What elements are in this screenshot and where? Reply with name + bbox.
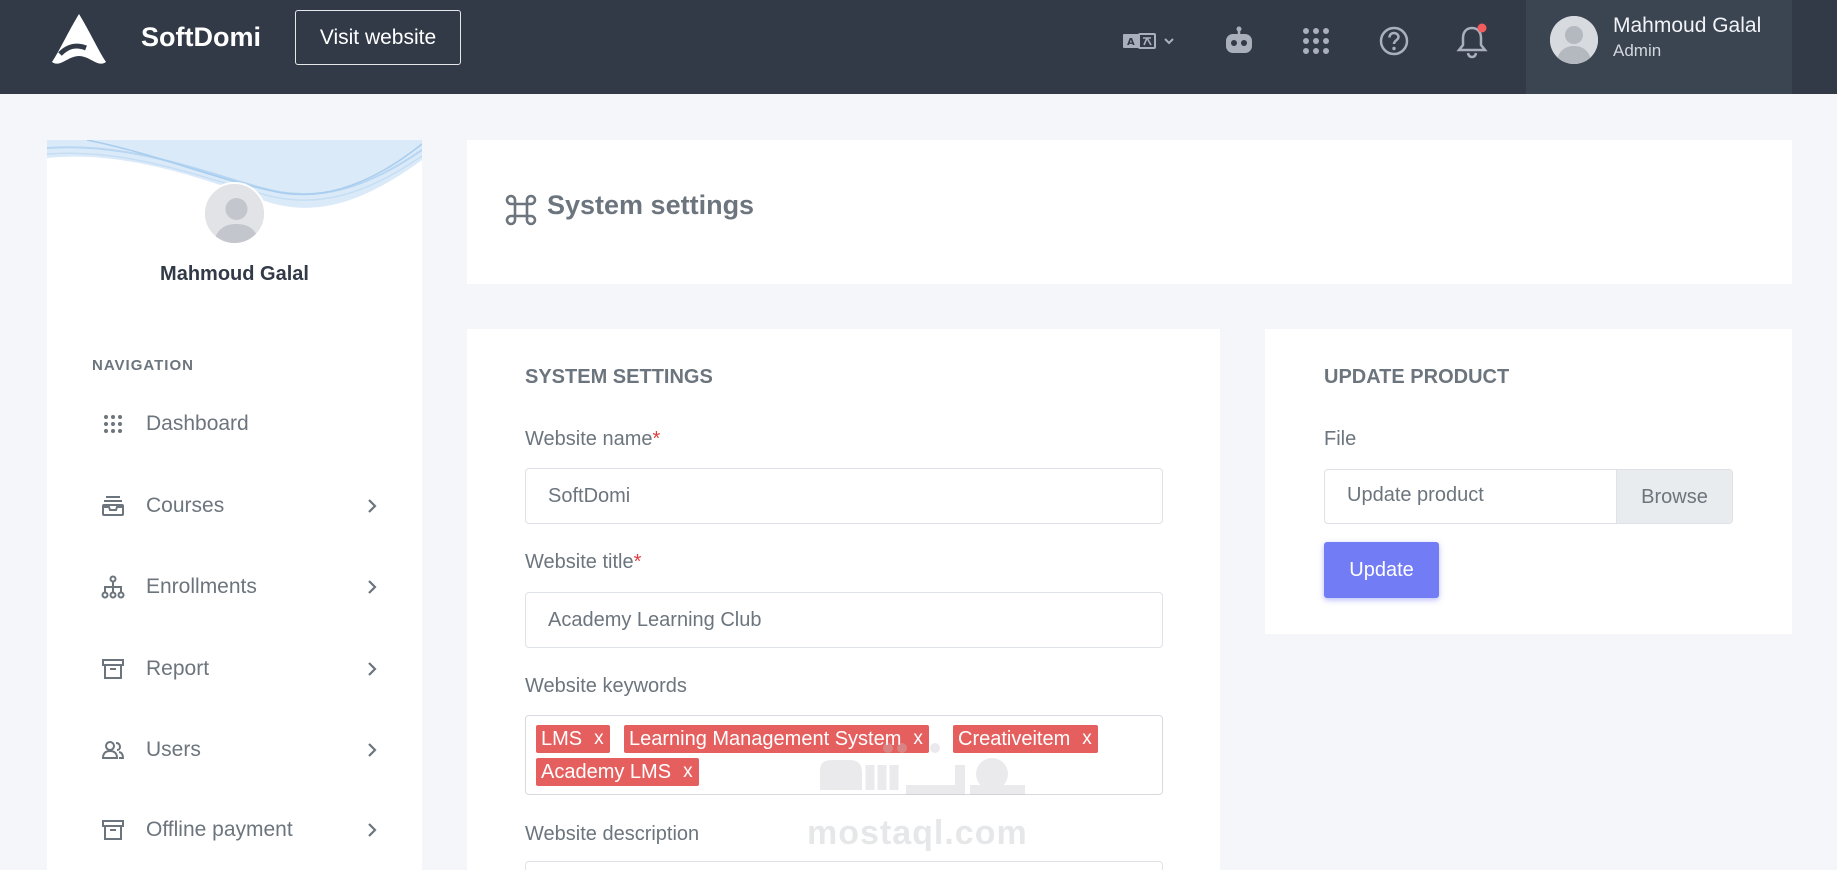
- dots-grid-icon: [100, 411, 126, 437]
- top-navbar: SoftDomi Visit website A Mahmoud Galal A…: [0, 0, 1837, 94]
- website-keywords-input[interactable]: LMS x Learning Management System x Creat…: [525, 715, 1163, 795]
- website-description-input[interactable]: [525, 861, 1163, 870]
- card-heading: SYSTEM SETTINGS: [525, 366, 713, 388]
- sidebar-item-dashboard[interactable]: Dashboard: [92, 402, 382, 446]
- keyword-tag: Creativeitem x: [953, 725, 1098, 753]
- command-icon: [505, 194, 537, 226]
- bell-icon[interactable]: [1451, 20, 1493, 62]
- page-title: System settings: [547, 190, 755, 220]
- keyword-tag: LMS x: [536, 725, 610, 753]
- sidebar-avatar: [203, 182, 266, 245]
- website-keywords-label: Website keywords: [525, 675, 687, 697]
- inbox-stack-icon: [100, 493, 126, 519]
- tag-remove-icon[interactable]: x: [594, 728, 604, 750]
- brand-name[interactable]: SoftDomi: [141, 22, 261, 53]
- svg-text:A: A: [1127, 37, 1135, 48]
- chevron-right-icon: [368, 580, 377, 594]
- sidebar-item-label: Courses: [146, 494, 225, 517]
- user-role: Admin: [1613, 41, 1662, 60]
- browse-button[interactable]: Browse: [1616, 470, 1732, 523]
- tag-label: Academy LMS: [541, 760, 672, 783]
- sitemap-icon: [100, 574, 126, 600]
- chevron-right-icon: [368, 499, 377, 513]
- sidebar-item-label: Enrollments: [146, 575, 257, 598]
- sidebar-item-enrollments[interactable]: Enrollments: [92, 565, 382, 609]
- sidebar-user-name: Mahmoud Galal: [160, 263, 309, 285]
- website-title-label-text: Website title: [525, 551, 634, 573]
- website-title-value: Academy Learning Club: [548, 608, 762, 631]
- website-name-input[interactable]: SoftDomi: [525, 468, 1163, 524]
- apps-grid-icon[interactable]: [1295, 20, 1337, 62]
- tag-label: Creativeitem: [958, 727, 1071, 750]
- archive-icon: [100, 817, 126, 843]
- keyword-tag: Learning Management System x: [624, 725, 929, 753]
- tag-remove-icon[interactable]: x: [1082, 728, 1092, 750]
- required-mark: *: [652, 428, 661, 450]
- sidebar-item-label: Report: [146, 657, 210, 680]
- sidebar-item-label: Offline payment: [146, 818, 293, 841]
- tag-label: LMS: [541, 727, 583, 750]
- website-description-label: Website description: [525, 823, 700, 845]
- website-title-input[interactable]: Academy Learning Club: [525, 592, 1163, 648]
- chevron-right-icon: [368, 743, 377, 757]
- sidebar-item-label: Users: [146, 738, 201, 761]
- card-heading: UPDATE PRODUCT: [1324, 366, 1510, 388]
- website-name-label: Website name*: [525, 428, 660, 451]
- system-settings-card: SYSTEM SETTINGS Website name* SoftDomi W…: [467, 329, 1220, 870]
- logo-icon[interactable]: [46, 10, 112, 70]
- sidebar: Mahmoud Galal NAVIGATION Dashboard Cours…: [47, 140, 422, 870]
- sidebar-item-users[interactable]: Users: [92, 728, 382, 772]
- avatar: [1550, 16, 1598, 64]
- tag-remove-icon[interactable]: x: [913, 728, 923, 750]
- sidebar-item-label: Dashboard: [146, 412, 249, 435]
- tag-label: Learning Management System: [629, 727, 902, 750]
- chevron-right-icon: [368, 823, 377, 837]
- file-label: File: [1324, 428, 1357, 450]
- update-button[interactable]: Update: [1324, 542, 1439, 598]
- sidebar-item-report[interactable]: Report: [92, 647, 382, 691]
- nav-section-title: NAVIGATION: [92, 357, 194, 374]
- chevron-right-icon: [368, 662, 377, 676]
- sidebar-item-offline-payment[interactable]: Offline payment: [92, 808, 382, 852]
- robot-icon[interactable]: [1218, 20, 1260, 62]
- tag-remove-icon[interactable]: x: [683, 761, 693, 783]
- update-product-card: UPDATE PRODUCT File Update product Brows…: [1265, 329, 1792, 634]
- user-menu[interactable]: Mahmoud Galal Admin: [1526, 0, 1792, 94]
- required-mark: *: [633, 551, 642, 573]
- website-title-label: Website title*: [525, 551, 641, 574]
- keyword-tag: Academy LMS x: [536, 758, 699, 786]
- website-name-label-text: Website name: [525, 428, 653, 450]
- file-placeholder: Update product: [1347, 484, 1484, 506]
- notification-dot: [1477, 23, 1487, 33]
- visit-website-button[interactable]: Visit website: [295, 10, 461, 65]
- file-upload-input[interactable]: Update product Browse: [1324, 469, 1733, 524]
- website-name-value: SoftDomi: [548, 484, 631, 507]
- language-icon[interactable]: A: [1120, 20, 1182, 62]
- page-header: System settings: [467, 140, 1792, 284]
- help-icon[interactable]: [1373, 20, 1415, 62]
- user-name: Mahmoud Galal: [1613, 14, 1762, 37]
- users-icon: [100, 737, 126, 763]
- archive-icon: [100, 656, 126, 682]
- sidebar-item-courses[interactable]: Courses: [92, 484, 382, 528]
